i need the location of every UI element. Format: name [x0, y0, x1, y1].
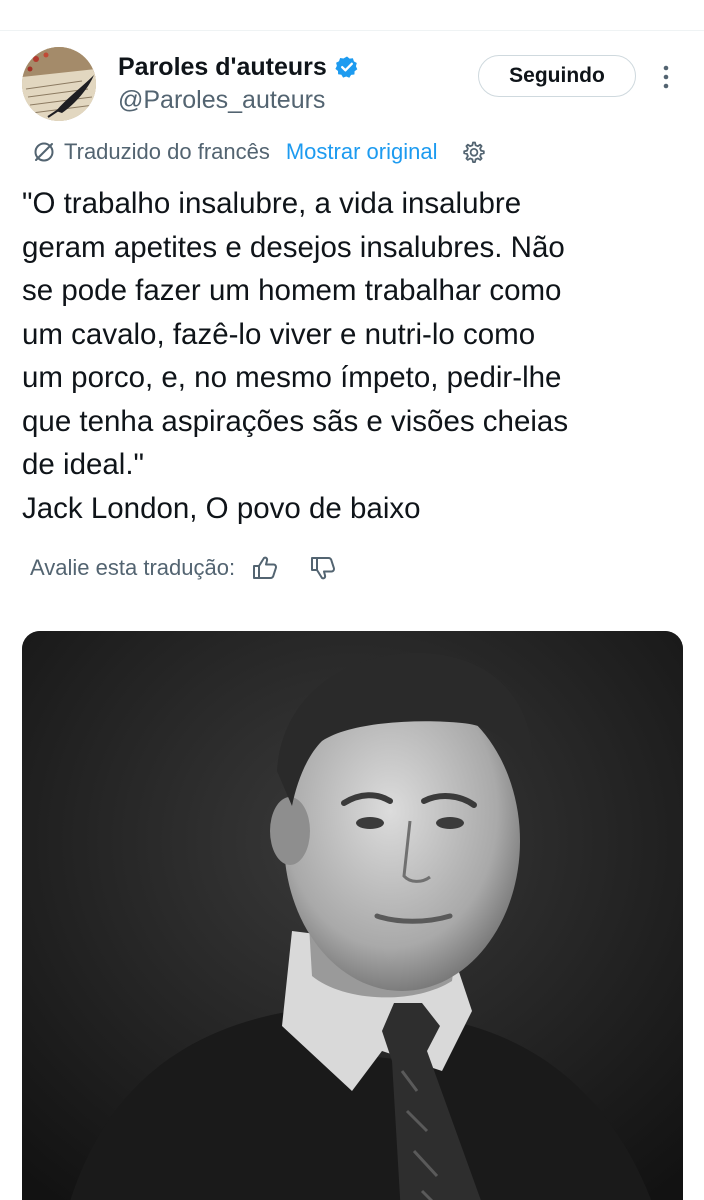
translation-bar: Traduzido do francês Mostrar original [32, 137, 487, 167]
tweet-text-line: que tenha aspirações sãs e visões cheias [22, 404, 569, 438]
avatar-quill-paper-icon [22, 47, 96, 121]
tweet-text-line: se pode fazer um homem trabalhar como [22, 274, 562, 307]
following-button[interactable]: Seguindo [478, 55, 636, 97]
tweet-text-line: geram apetites e desejos insalubres. Não [22, 230, 565, 264]
tweet-photo[interactable] [22, 631, 683, 1200]
thumbs-up-icon[interactable] [251, 554, 279, 582]
rate-translation-label: Avalie esta tradução: [30, 555, 236, 580]
top-divider [0, 30, 704, 31]
translate-off-icon [34, 142, 54, 162]
thumbs-down-icon[interactable] [309, 554, 337, 582]
tweet-text-line: "O trabalho insalubre, a vida insalubre [22, 187, 522, 220]
tweet-text-line: um cavalo, fazê-lo viver e nutri-lo como [22, 317, 536, 351]
tweet-text-line: um porco, e, no mesmo ímpeto, pedir-lhe [22, 361, 562, 394]
tweet-text-line: Jack London, O povo de baixo [22, 491, 421, 525]
author-handle[interactable]: @Paroles_auteurs [118, 86, 325, 114]
tweet-text-line: de ideal." [22, 448, 145, 481]
rate-translation-row: Avalie esta tradução: [30, 552, 367, 584]
verified-badge-icon [335, 56, 358, 78]
translated-from-label: Traduzido do francês [64, 139, 270, 164]
avatar[interactable] [22, 47, 96, 121]
tweet-page: Paroles d'auteurs @Paroles_auteurs Segui… [0, 0, 704, 1200]
display-name[interactable]: Paroles d'auteurs [118, 52, 327, 82]
more-options-icon[interactable] [656, 62, 676, 92]
display-name-row[interactable]: Paroles d'auteurs [118, 52, 359, 82]
show-original-link[interactable]: Mostrar original [286, 139, 438, 165]
portrait-photo [22, 631, 683, 1200]
tweet-text: "O trabalho insalubre, a vida insalubre … [22, 182, 682, 530]
gear-icon[interactable] [461, 139, 487, 165]
